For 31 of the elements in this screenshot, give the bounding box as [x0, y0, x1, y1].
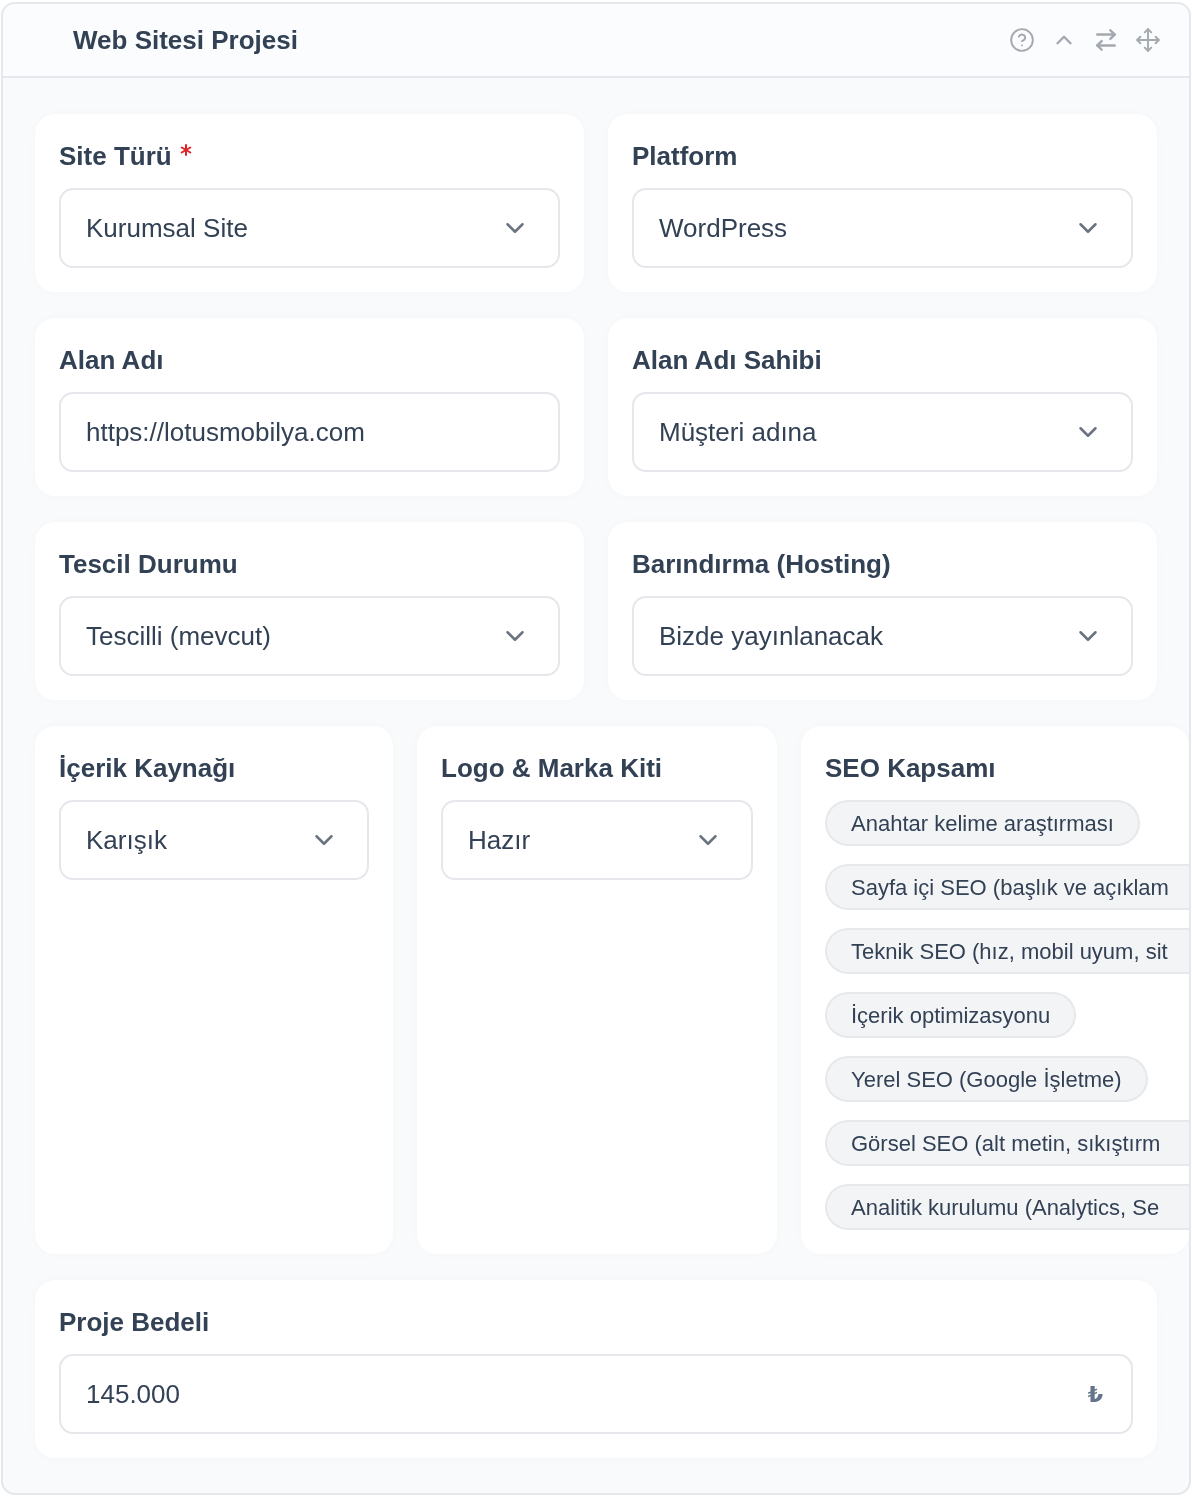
select-dropdown[interactable]: WordPress: [632, 188, 1133, 268]
seo-tag[interactable]: İçerik optimizasyonu: [825, 992, 1077, 1038]
text-input-field[interactable]: 145.000 ₺: [59, 1354, 1133, 1434]
select-dropdown[interactable]: Müşteri adına: [632, 392, 1133, 472]
seo-tag[interactable]: Anahtar kelime araştırması: [825, 800, 1140, 846]
field-label: Tescil Durumu: [59, 548, 238, 580]
select-dropdown[interactable]: Bizde yayınlanacak: [632, 596, 1133, 676]
select-dropdown[interactable]: Kurumsal Site: [59, 188, 560, 268]
select-dropdown[interactable]: Hazır: [441, 800, 753, 880]
seo-tag[interactable]: Görsel SEO (alt metin, sıkıştırm: [825, 1120, 1189, 1166]
move-icon[interactable]: [1135, 27, 1161, 53]
seo-tag[interactable]: Sayfa içi SEO (başlık ve açıklam: [825, 864, 1189, 910]
currency-symbol: ₺: [1087, 1380, 1103, 1409]
text-input-field[interactable]: https://lotusmobilya.com: [59, 392, 560, 472]
seo-tag[interactable]: Analitik kurulumu (Analytics, Se: [825, 1184, 1189, 1230]
field-label: Logo & Marka Kiti: [441, 752, 662, 784]
field-label: Alan Adı Sahibi: [632, 344, 822, 376]
seo-tag[interactable]: Teknik SEO (hız, mobil uyum, sit: [825, 928, 1189, 974]
field-label: Barındırma (Hosting): [632, 548, 891, 580]
seo-tag[interactable]: Yerel SEO (Google İşletme): [825, 1056, 1148, 1102]
swap-arrows-icon[interactable]: [1093, 27, 1119, 53]
field-label: Alan Adı: [59, 344, 164, 376]
field-label: Platform: [632, 140, 738, 172]
field-label: Site Türü: [59, 140, 172, 172]
field-label: Proje Bedeli: [59, 1306, 210, 1338]
select-dropdown[interactable]: Tescilli (mevcut): [59, 596, 560, 676]
select-dropdown[interactable]: Karışık: [59, 800, 369, 880]
field-label: SEO Kapsamı: [825, 752, 996, 784]
field-label: İçerik Kaynağı: [59, 752, 236, 784]
help-icon[interactable]: [1009, 27, 1035, 53]
panel-title: Web Sitesi Projesi: [73, 23, 298, 57]
